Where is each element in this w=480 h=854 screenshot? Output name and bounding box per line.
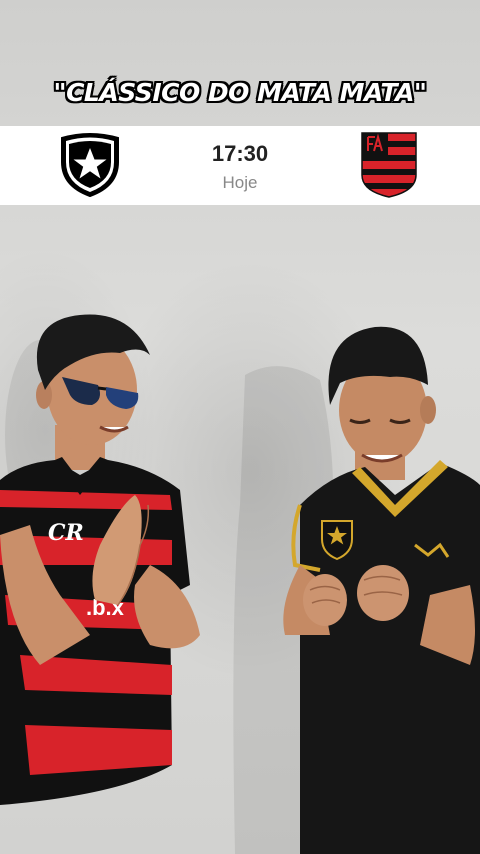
flamengo-crest-icon: [361, 132, 417, 198]
match-scorebar: 17:30 Hoje: [0, 126, 480, 205]
match-time: 17:30: [211, 141, 269, 166]
botafogo-crest-icon: [61, 133, 119, 198]
match-day: Hoje: [222, 173, 258, 192]
video-scene: CR .b.x: [0, 314, 480, 854]
video-caption: "CLÁSSICO DO MATA MATA": [53, 78, 427, 107]
svg-text:CR: CR: [48, 520, 84, 546]
